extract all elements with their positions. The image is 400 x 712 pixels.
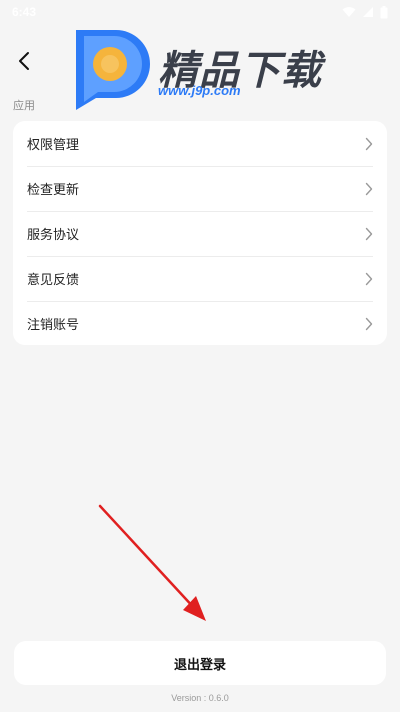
chevron-right-icon bbox=[365, 182, 373, 195]
chevron-right-icon bbox=[365, 317, 373, 330]
status-bar: 6:43 bbox=[0, 0, 400, 24]
menu-item-feedback[interactable]: 意见反馈 bbox=[13, 256, 387, 301]
status-icons bbox=[342, 5, 388, 19]
status-time: 6:43 bbox=[12, 5, 37, 19]
menu-item-delete-account[interactable]: 注销账号 bbox=[13, 301, 387, 345]
wifi-icon bbox=[342, 7, 356, 17]
menu-item-label: 权限管理 bbox=[27, 138, 80, 153]
signal-icon bbox=[363, 7, 373, 17]
watermark-url: www.j9p.com bbox=[158, 83, 241, 98]
logout-button[interactable]: 退出登录 bbox=[14, 641, 386, 685]
menu-item-label: 检查更新 bbox=[27, 183, 80, 198]
watermark: 精品下载 www.j9p.com bbox=[70, 26, 330, 112]
watermark-logo-icon bbox=[76, 30, 150, 110]
back-button[interactable] bbox=[10, 46, 38, 76]
chevron-right-icon bbox=[365, 137, 373, 150]
annotation-arrow-icon bbox=[98, 504, 206, 621]
section-label-app: 应用 bbox=[13, 99, 35, 112]
chevron-right-icon bbox=[365, 227, 373, 240]
menu-item-label: 服务协议 bbox=[27, 228, 80, 243]
menu-item-permissions[interactable]: 权限管理 bbox=[13, 121, 387, 166]
menu-item-label: 意见反馈 bbox=[27, 273, 80, 288]
chevron-right-icon bbox=[365, 272, 373, 285]
settings-screen: 6:43 精品下载 www.j9p.com 应用 权限管理 检查更新 服务协议 … bbox=[0, 0, 400, 712]
version-text: Version : 0.6.0 bbox=[171, 693, 229, 703]
battery-icon bbox=[380, 5, 388, 18]
menu-item-check-update[interactable]: 检查更新 bbox=[13, 166, 387, 211]
chevron-left-icon bbox=[19, 52, 29, 70]
menu-item-label: 注销账号 bbox=[27, 318, 80, 333]
menu-item-service-agreement[interactable]: 服务协议 bbox=[13, 211, 387, 256]
settings-menu-card: 权限管理 检查更新 服务协议 意见反馈 注销账号 bbox=[13, 121, 387, 345]
